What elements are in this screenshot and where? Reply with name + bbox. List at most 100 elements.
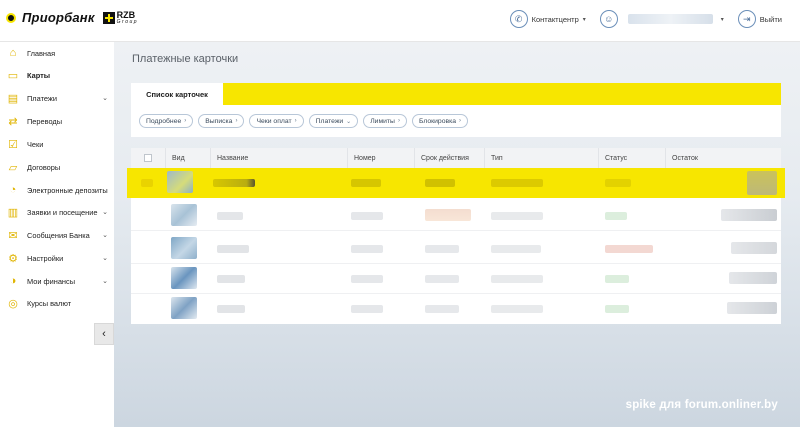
bank-logo[interactable]: Приорбанк RZB Group — [6, 10, 138, 25]
wallet-icon: ▤ — [7, 92, 19, 105]
card-status-redacted — [605, 212, 627, 220]
gear-icon: ⚙ — [8, 252, 18, 265]
sidebar-item-checks[interactable]: ☑ Чеки — [0, 133, 114, 155]
details-button[interactable]: Подробнее › — [139, 114, 194, 128]
sidebar-item-label: Главная — [27, 48, 56, 58]
card-thumbnail — [171, 297, 197, 319]
contact-center-menu[interactable]: ✆ Контактцентр ▾ — [509, 10, 586, 28]
chip-label: Лимиты — [370, 117, 395, 125]
sidebar-item-label: Сообщения Банка — [27, 230, 90, 240]
card-icon: ▭ — [7, 69, 19, 82]
sidebar: ⌂ Главная ▭ Карты ▤ Платежи ⌄ ⇄ Переводы… — [0, 42, 114, 427]
column-header-type[interactable]: Вид — [165, 148, 210, 168]
row-checkbox[interactable] — [141, 179, 153, 187]
cards-table: Вид Название Номер Срок действия Тип Ста… — [127, 148, 785, 324]
column-header-number[interactable]: Номер — [347, 148, 414, 168]
main-content: Платежные карточки Список карточек Подро… — [114, 42, 800, 427]
table-row[interactable] — [131, 234, 781, 264]
table-row[interactable] — [127, 168, 785, 198]
table-row[interactable] — [131, 201, 781, 231]
rzb-group-logo: RZB Group — [102, 10, 139, 25]
chevron-down-icon: ▾ — [582, 16, 586, 23]
payments-dropdown[interactable]: Платежи ⌄ — [308, 114, 359, 128]
card-status-redacted — [605, 305, 629, 313]
sidebar-item-requests[interactable]: ▥ Заявки и посещение ⌄ — [0, 201, 114, 223]
chevron-down-icon: ▾ — [720, 16, 724, 23]
card-balance-redacted — [731, 242, 777, 254]
sidebar-item-label: Заявки и посещение — [27, 207, 98, 217]
card-expiry-redacted — [425, 179, 455, 187]
card-status-redacted — [605, 275, 629, 283]
chevron-right-icon: › — [235, 118, 238, 124]
group-label: Group — [116, 18, 139, 25]
card-number-redacted — [351, 212, 383, 220]
payment-receipts-button[interactable]: Чеки оплат › — [249, 114, 304, 128]
logo-mark-icon — [6, 12, 16, 23]
card-number-redacted — [351, 275, 383, 283]
logout-icon: ⇥ — [737, 10, 756, 28]
card-balance-redacted — [721, 209, 777, 221]
card-type-redacted — [491, 179, 543, 187]
chevron-right-icon: › — [397, 118, 400, 124]
check-icon: ☑ — [8, 138, 18, 151]
card-name-redacted — [213, 179, 255, 187]
column-header-card-type[interactable]: Тип — [484, 148, 598, 168]
user-name-redacted — [627, 14, 713, 24]
card-type-redacted — [491, 212, 543, 220]
chip-label: Блокировка — [418, 117, 456, 125]
sidebar-item-finances[interactable]: ◑ Мои финансы ⌄ — [0, 270, 114, 292]
sidebar-item-transfers[interactable]: ⇄ Переводы — [0, 110, 114, 132]
chevron-down-icon: ⌄ — [102, 232, 108, 239]
limits-button[interactable]: Лимиты › — [363, 114, 407, 128]
folder-icon: ▱ — [8, 161, 18, 174]
user-menu[interactable]: ☺ ▾ — [599, 10, 724, 28]
statement-button[interactable]: Выписка › — [198, 114, 245, 128]
sidebar-item-contracts[interactable]: ▱ Договоры — [0, 156, 114, 178]
sidebar-item-cards[interactable]: ▭ Карты — [0, 64, 114, 86]
card-number-redacted — [351, 305, 383, 313]
card-expiry-redacted — [425, 245, 459, 253]
card-thumbnail — [171, 267, 197, 289]
sidebar-collapse-button[interactable]: ‹ — [94, 323, 114, 345]
finance-icon: ◑ — [9, 275, 17, 287]
card-thumbnail — [167, 171, 193, 193]
chip-label: Платежи — [315, 117, 344, 125]
table-header: Вид Название Номер Срок действия Тип Ста… — [131, 148, 781, 168]
card-status-redacted — [605, 179, 631, 187]
column-header-balance[interactable]: Остаток — [665, 148, 781, 168]
column-header-status[interactable]: Статус — [598, 148, 665, 168]
watermark-text: spike для forum.onliner.by — [625, 399, 778, 411]
sidebar-item-home[interactable]: ⌂ Главная — [0, 42, 114, 64]
card-balance-redacted — [727, 302, 777, 314]
chevron-down-icon: ⌄ — [102, 255, 108, 262]
chevron-right-icon: › — [184, 118, 187, 124]
column-header-name[interactable]: Название — [210, 148, 347, 168]
sidebar-item-currency[interactable]: ◎ Курсы валют — [0, 292, 114, 314]
logo-text: Приорбанк — [22, 10, 95, 25]
sidebar-item-deposits[interactable]: ◔ Электронные депозиты — [0, 179, 114, 201]
sidebar-item-settings[interactable]: ⚙ Настройки ⌄ — [0, 247, 114, 269]
chevron-down-icon: ⌄ — [102, 278, 108, 285]
sidebar-item-label: Настройки — [27, 253, 64, 263]
table-row[interactable] — [131, 264, 781, 294]
block-button[interactable]: Блокировка › — [411, 114, 468, 128]
transfer-icon: ⇄ — [8, 115, 18, 128]
user-icon: ☺ — [599, 10, 618, 28]
rzb-cross-icon — [102, 11, 115, 24]
column-header-expiry[interactable]: Срок действия — [414, 148, 484, 168]
request-icon: ▥ — [7, 206, 19, 219]
sidebar-item-payments[interactable]: ▤ Платежи ⌄ — [0, 87, 114, 109]
chip-label: Чеки оплат — [256, 117, 292, 125]
contact-center-label: Контактцентр — [531, 14, 579, 24]
currency-icon: ◎ — [8, 297, 18, 310]
message-icon: ✉ — [8, 229, 18, 242]
card-name-redacted — [217, 305, 245, 313]
table-row[interactable] — [131, 294, 781, 324]
sidebar-item-label: Договоры — [27, 162, 61, 172]
logout-button[interactable]: ⇥ Выйти — [737, 10, 782, 28]
card-expiry-redacted — [425, 209, 471, 221]
card-balance-redacted — [747, 171, 777, 195]
select-all-checkbox[interactable] — [144, 154, 152, 162]
sidebar-item-messages[interactable]: ✉ Сообщения Банка ⌄ — [0, 224, 114, 246]
tab-card-list[interactable]: Список карточек — [131, 83, 223, 105]
